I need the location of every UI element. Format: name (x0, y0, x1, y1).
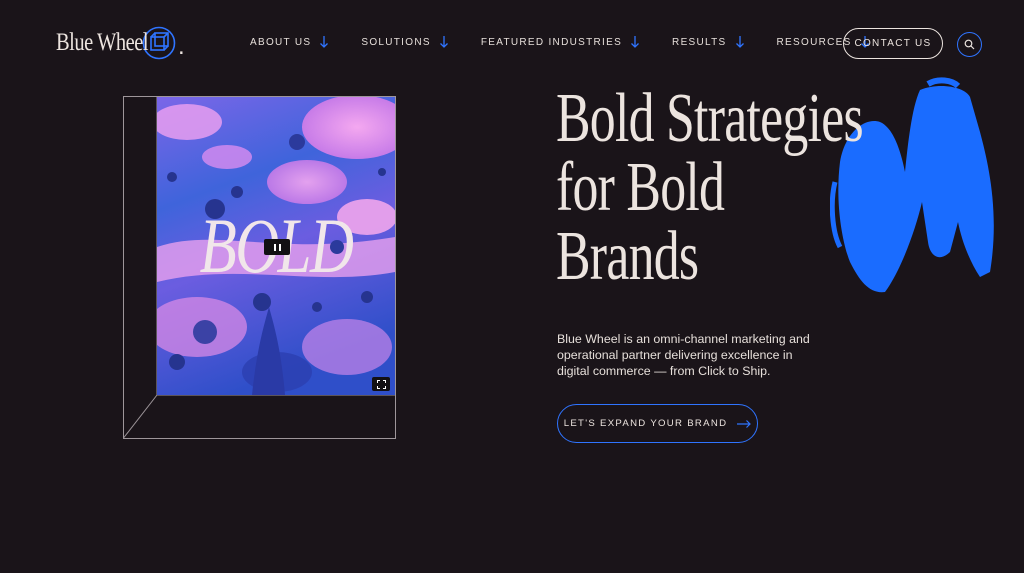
headline-line: for Bold (556, 149, 725, 226)
logo-wordmark: Blue Wheel (56, 29, 149, 56)
contact-us-button[interactable]: CONTACT US (843, 28, 943, 59)
arrow-right-icon (737, 419, 752, 428)
hero-video[interactable]: BOLD (157, 97, 395, 395)
pause-button[interactable] (264, 239, 290, 255)
nav-item-solutions[interactable]: SOLUTIONS (361, 36, 448, 48)
hero-description: Blue Wheel is an omni-channel marketing … (557, 332, 810, 379)
nav-item-label: RESOURCES (776, 36, 852, 48)
expand-icon (376, 379, 386, 389)
main-nav: ABOUT US SOLUTIONS FEATURED INDUSTRIES R… (250, 36, 902, 48)
search-button[interactable] (957, 32, 982, 57)
arrow-down-icon (439, 36, 448, 48)
headline-line: Bold Strategies (556, 80, 864, 157)
arrow-down-icon (735, 36, 744, 48)
cta-label: LET'S EXPAND YOUR BRAND (563, 418, 728, 429)
nav-item-featured-industries[interactable]: FEATURED INDUSTRIES (480, 36, 640, 48)
pause-icon (273, 243, 276, 251)
nav-item-results[interactable]: RESULTS (672, 36, 744, 48)
nav-item-label: SOLUTIONS (361, 36, 431, 48)
arrow-down-icon (320, 36, 329, 48)
expand-brand-button[interactable]: LET'S EXPAND YOUR BRAND (557, 404, 758, 443)
nav-item-label: RESULTS (672, 36, 727, 48)
logo-dot: . (178, 33, 185, 60)
logo-link[interactable]: Blue Wheel . (56, 26, 185, 60)
search-icon (964, 39, 975, 50)
contact-us-label: CONTACT US (854, 38, 932, 49)
pause-icon (278, 243, 281, 251)
nav-item-label: ABOUT US (250, 36, 312, 48)
arrow-down-icon (631, 36, 640, 48)
hero-headline: Bold Strategies for Bold Brands (556, 80, 864, 295)
expand-button[interactable] (372, 377, 390, 391)
headline-line: Brands (556, 218, 699, 295)
nav-item-label: FEATURED INDUSTRIES (480, 36, 623, 48)
nav-item-about-us[interactable]: ABOUT US (250, 36, 329, 48)
